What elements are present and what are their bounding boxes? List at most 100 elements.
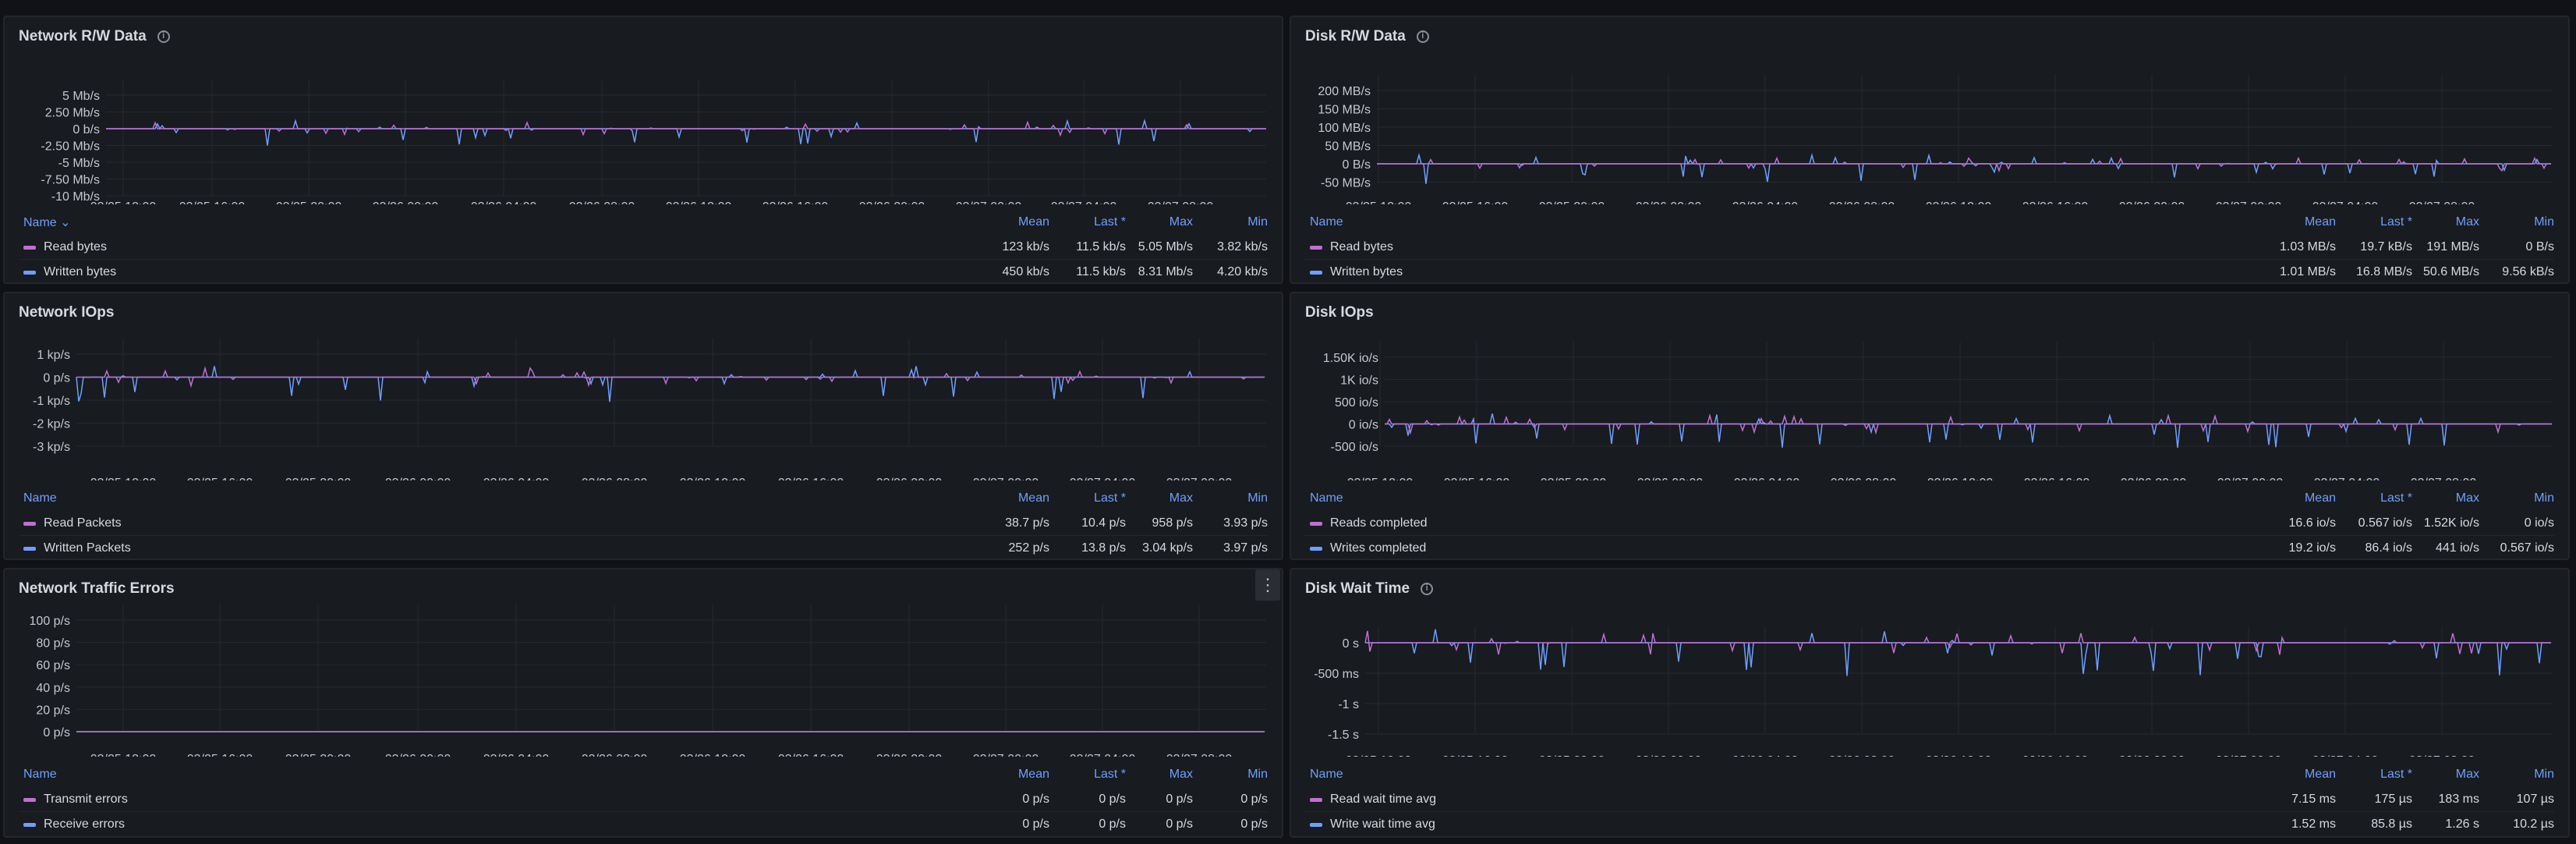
legend-divider [19,811,1268,812]
y-tick-label: 60 p/s [36,659,70,672]
legend-col-last[interactable]: Last * [1049,215,1126,229]
legend-col-min[interactable]: Min [2479,491,2554,505]
legend-divider [1305,811,2554,812]
x-tick-label: 03/26 00:00 [1636,754,1702,757]
legend-series-name: Written bytes [1330,265,1403,278]
legend-mean: 0 p/s [1022,793,1049,806]
legend-col-last[interactable]: Last * [2336,215,2412,229]
legend-max: 441 io/s [2435,541,2479,555]
legend-row-write[interactable]: Written Packets 252 p/s 13.8 p/s 3.04 kp… [23,537,1268,559]
x-tick-label: 03/27 00:00 [956,200,1022,204]
legend-last: 13.8 p/s [1081,541,1126,555]
legend-min: 107 µs [2516,793,2554,806]
y-tick-label: 1K io/s [1340,374,1378,388]
x-tick-label: 03/27 04:00 [1070,477,1136,481]
legend-col-name[interactable]: Name ⌄ [23,215,964,230]
legend-max: 958 p/s [1152,516,1193,530]
legend-col-max[interactable]: Max [1126,215,1193,229]
legend-row-read[interactable]: Read Packets 38.7 p/s 10.4 p/s 958 p/s 3… [23,512,1268,535]
legend-col-max[interactable]: Max [2412,215,2479,229]
legend-mean: 1.52 ms [2291,817,2336,831]
legend-col-last[interactable]: Last * [1049,491,1126,505]
legend-col-mean[interactable]: Mean [964,491,1049,505]
legend-col-mean[interactable]: Mean [2250,215,2336,229]
x-tick-label: 03/25 20:00 [276,200,342,204]
x-tick-label: 03/27 00:00 [973,753,1039,757]
legend-min: 9.56 kB/s [2502,265,2554,278]
x-tick-label: 03/27 04:00 [2312,200,2379,204]
legend-last: 19.7 kB/s [2360,240,2412,254]
legend-col-mean[interactable]: Mean [964,768,1049,782]
x-tick-label: 03/26 00:00 [385,753,451,757]
series-color-swatch [23,546,36,551]
legend-row-write[interactable]: Written bytes 450 kb/s 11.5 kb/s 8.31 Mb… [23,261,1268,282]
series-color-swatch [23,822,36,827]
legend-row-write[interactable]: Write wait time avg 1.52 ms 85.8 µs 1.26… [1310,813,2554,836]
x-tick-label: 03/27 08:00 [1166,753,1233,757]
x-tick-label: 03/25 16:00 [187,753,253,757]
series-color-swatch [1310,521,1322,526]
legend-col-max[interactable]: Max [2412,768,2479,782]
legend-col-mean[interactable]: Mean [2250,491,2336,505]
y-tick-label: -3 kp/s [33,441,70,454]
x-tick-label: 03/26 00:00 [385,477,451,481]
legend-col-min[interactable]: Min [1193,768,1268,782]
legend-col-min[interactable]: Min [2479,215,2554,229]
legend-row-read[interactable]: Read wait time avg 7.15 ms 175 µs 183 ms… [1310,788,2554,811]
timeseries-chart: 1.50K io/s 1K io/s 500 io/s 0 io/s -500 io/s… [1323,342,2553,481]
legend-col-last[interactable]: Last * [1049,768,1126,782]
legend-row-read[interactable]: Read bytes 123 kb/s 11.5 kb/s 5.05 Mb/s … [23,236,1268,259]
x-tick-label: 03/26 12:00 [1926,754,1992,757]
legend-col-last[interactable]: Last * [2336,768,2412,782]
x-tick-label: 03/25 16:00 [179,200,246,204]
legend-col-min[interactable]: Min [2479,768,2554,782]
x-tick-label: 03/26 04:00 [483,477,550,481]
x-tick-label: 03/26 16:00 [778,753,844,757]
x-tick-label: 03/26 04:00 [483,753,550,757]
y-tick-label: 0 io/s [1349,419,1378,432]
legend-col-name[interactable]: Name [1310,491,2250,505]
series-line-read [1377,156,2551,173]
legend-row-read[interactable]: Reads completed 16.6 io/s 0.567 io/s 1.5… [1310,512,2554,535]
legend-col-mean[interactable]: Mean [2250,768,2336,782]
legend-col-min[interactable]: Min [1193,215,1268,229]
legend-col-max[interactable]: Max [1126,768,1193,782]
y-tick-label: -2.50 Mb/s [41,140,100,154]
x-tick-label: 03/27 00:00 [973,477,1039,481]
legend-min: 3.93 p/s [1223,516,1268,530]
legend-last: 175 µs [2374,793,2412,806]
legend-row-read[interactable]: Transmit errors 0 p/s 0 p/s 0 p/s 0 p/s [23,788,1268,811]
legend-col-name[interactable]: Name [1310,768,2250,782]
x-tick-label: 03/25 12:00 [1346,754,1412,757]
panel-disk-rw-data: Disk R/W Data 200 MB/s150 MB/s100 MB/s50… [1290,16,2570,284]
series-color-swatch [23,521,36,526]
legend-col-name[interactable]: Name [23,491,964,505]
legend-header: Name ⌄ Mean Last * Max Min [23,211,1268,234]
y-tick-label: 2.50 Mb/s [45,107,100,120]
legend-row-write[interactable]: Writes completed 19.2 io/s 86.4 io/s 441… [1310,537,2554,559]
x-tick-label: 03/26 04:00 [471,200,537,204]
legend-col-min[interactable]: Min [1193,491,1268,505]
series-line-write [1385,413,2552,449]
x-tick-label: 03/25 12:00 [1347,477,1414,481]
legend-max: 183 ms [2438,793,2479,806]
legend-row-write[interactable]: Receive errors 0 p/s 0 p/s 0 p/s 0 p/s [23,813,1268,836]
legend-series-name: Read bytes [44,240,107,254]
legend-last: 11.5 kb/s [1076,265,1126,278]
legend-mean: 252 p/s [1008,541,1049,555]
legend-col-name[interactable]: Name [23,768,964,782]
legend-row-write[interactable]: Written bytes 1.01 MB/s 16.8 MB/s 50.6 M… [1310,261,2554,282]
legend-col-mean[interactable]: Mean [964,215,1049,229]
y-tick-label: 1.50K io/s [1323,352,1378,365]
legend-mean: 38.7 p/s [1005,516,1049,530]
legend-col-max[interactable]: Max [2412,491,2479,505]
legend-mean: 1.03 MB/s [2279,240,2336,254]
x-tick-label: 03/26 04:00 [1732,200,1799,204]
x-tick-label: 03/26 16:00 [2022,200,2089,204]
legend-row-read[interactable]: Read bytes 1.03 MB/s 19.7 kB/s 191 MB/s … [1310,236,2554,259]
legend-col-last[interactable]: Last * [2336,491,2412,505]
legend-max: 3.04 kp/s [1142,541,1193,555]
legend-header: Name Mean Last * Max Min [23,487,1268,510]
legend-col-max[interactable]: Max [1126,491,1193,505]
legend-col-name[interactable]: Name [1310,215,2250,229]
